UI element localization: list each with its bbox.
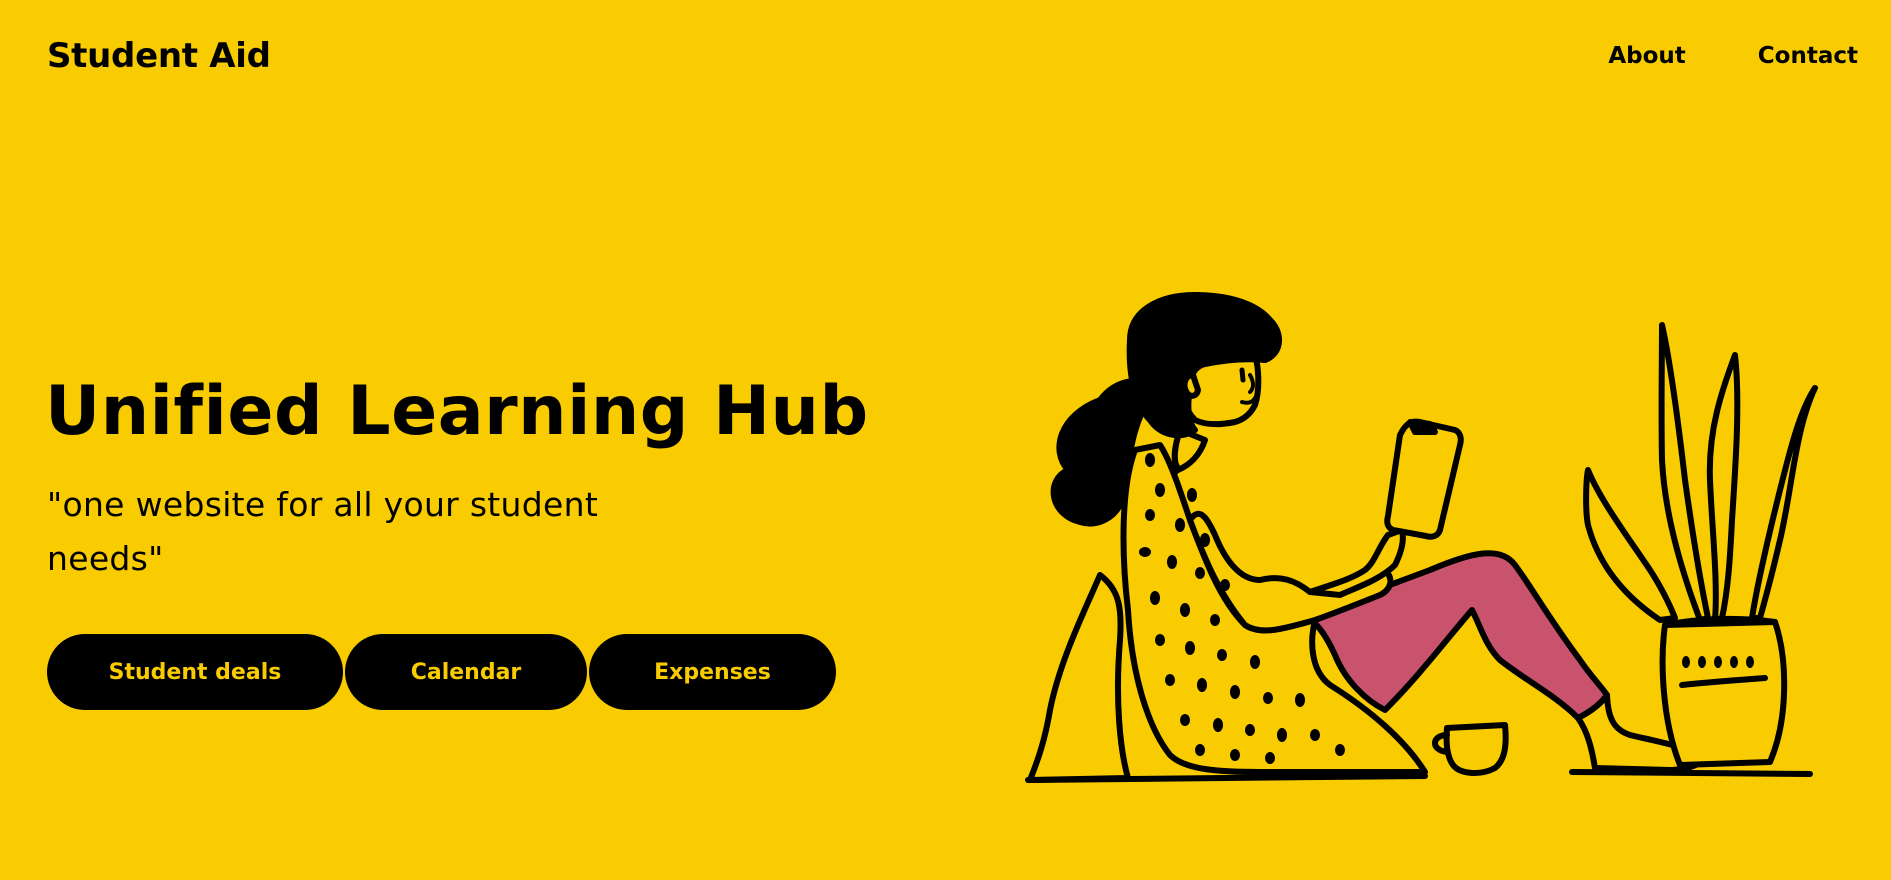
hero-title: Unified Learning Hub xyxy=(45,372,869,451)
cup-icon xyxy=(1443,722,1509,776)
site-logo[interactable]: Student Aid xyxy=(47,34,271,78)
plant-leaf xyxy=(1706,352,1741,623)
ear xyxy=(1181,372,1201,399)
phone-icon xyxy=(1384,418,1464,540)
left-arm xyxy=(1027,572,1131,783)
top-nav: About Contact xyxy=(1608,40,1858,72)
plant-pot xyxy=(1659,619,1788,768)
plant-leaf xyxy=(1749,385,1818,621)
nav-about-link[interactable]: About xyxy=(1608,40,1685,72)
phone-top xyxy=(1407,419,1438,435)
expenses-button[interactable]: Expenses xyxy=(589,634,836,710)
hero-tagline: "one website for all your student needs" xyxy=(47,485,599,578)
plant-leaf xyxy=(1583,467,1678,623)
hero-actions: Student deals Calendar Expenses xyxy=(47,634,836,710)
eye xyxy=(1239,367,1246,383)
plant-leaf xyxy=(1658,322,1711,623)
student-reading-illustration xyxy=(1025,292,1818,783)
nav-contact-link[interactable]: Contact xyxy=(1758,40,1858,72)
floor-line-right xyxy=(1569,769,1813,777)
calendar-button[interactable]: Calendar xyxy=(345,634,587,710)
student-deals-button[interactable]: Student deals xyxy=(47,634,343,710)
